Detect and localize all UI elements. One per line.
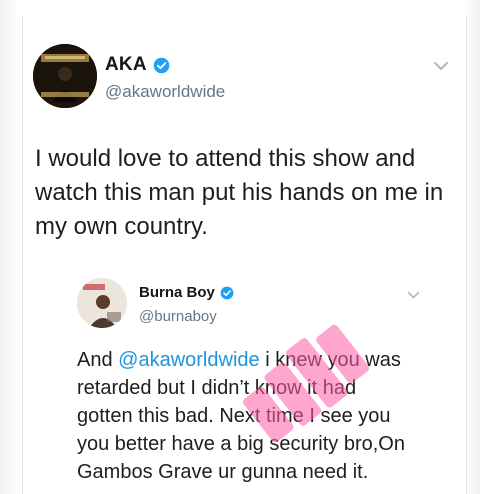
screenshot-frame: AKA @akaworldwide I would love to attend… — [0, 0, 480, 494]
quoted-avatar-image — [77, 278, 127, 328]
author-handle[interactable]: @akaworldwide — [105, 82, 225, 102]
verified-badge-icon — [153, 57, 170, 73]
quoted-author-handle[interactable]: @burnaboy — [139, 308, 217, 325]
quoted-display-name[interactable]: Burna Boy — [139, 284, 215, 301]
avatar[interactable] — [33, 44, 97, 108]
quoted-tweet[interactable]: Burna Boy @burnaboy And @akaworldwide i … — [57, 262, 457, 494]
chevron-down-icon[interactable] — [433, 60, 449, 72]
quoted-author-name-row: Burna Boy — [139, 284, 234, 301]
quoted-tweet-text: And @akaworldwide i knew you was retarde… — [77, 346, 417, 486]
author-name-row: AKA — [105, 54, 170, 76]
verified-badge-icon — [220, 286, 234, 299]
tweet-card[interactable]: AKA @akaworldwide I would love to attend… — [22, 16, 467, 494]
chevron-down-icon[interactable] — [407, 290, 420, 300]
mention-link[interactable]: @akaworldwide — [118, 349, 259, 371]
quoted-text-start: And — [77, 349, 119, 371]
quoted-avatar[interactable] — [77, 278, 127, 328]
left-edge-shadow — [0, 0, 18, 494]
avatar-image — [33, 44, 97, 108]
tweet-text: I would love to attend this show and wat… — [35, 145, 444, 240]
display-name[interactable]: AKA — [105, 54, 147, 76]
